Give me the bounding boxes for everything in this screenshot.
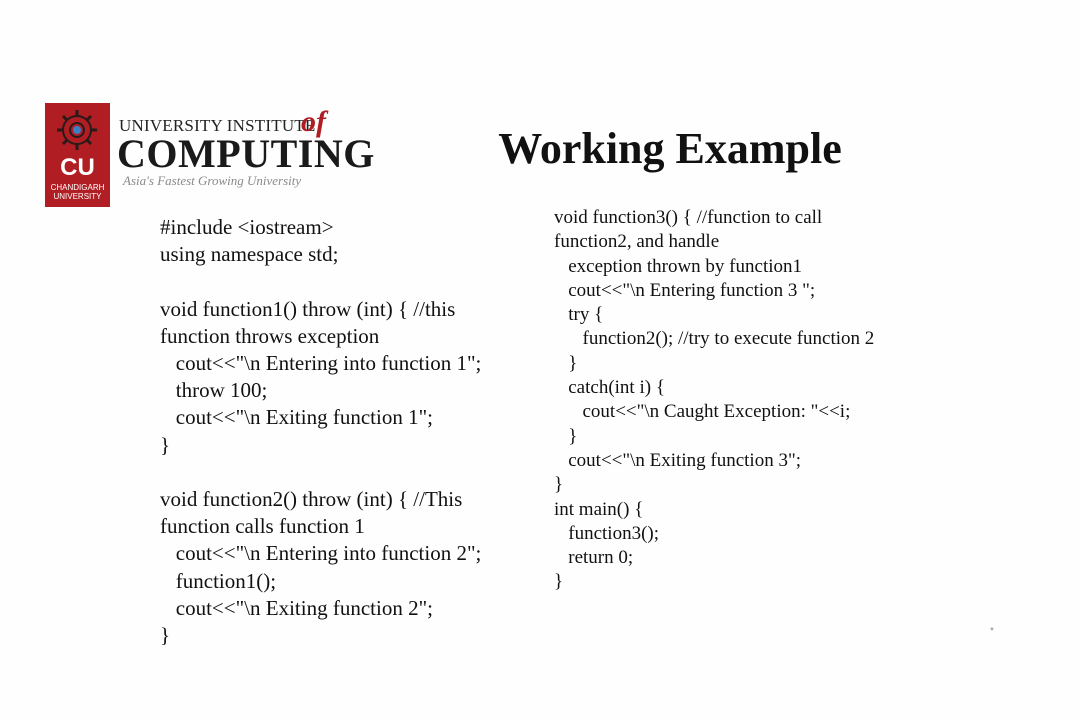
code-line: exception thrown by function1	[554, 255, 803, 277]
slide: CU CHANDIGARH UNIVERSITY UNIVERSITY INST…	[0, 0, 1080, 720]
code-line: function2, and handle	[554, 231, 720, 253]
code-block-right: void function3() { //function to call fun…	[554, 206, 874, 595]
code-line: function2(); //try to execute function 2	[554, 328, 875, 350]
code-line: function3();	[554, 522, 660, 544]
code-line: cout<<"\n Entering function 3 ";	[554, 279, 816, 301]
code-line: cout<<"\n Exiting function 3";	[554, 449, 801, 471]
code-line: cout<<"\n Entering into function 2";	[160, 541, 482, 566]
corner-marker: *	[990, 626, 994, 637]
code-line: }	[554, 352, 578, 374]
emblem-subtext: CHANDIGARH UNIVERSITY	[45, 183, 110, 201]
code-line: }	[554, 571, 564, 593]
slide-title: Working Example	[498, 124, 842, 173]
code-block-left: #include <iostream> using namespace std; …	[160, 214, 481, 649]
code-line: using namespace std;	[160, 242, 339, 267]
code-line: }	[554, 425, 578, 447]
code-line: return 0;	[554, 547, 634, 569]
code-line: #include <iostream>	[160, 215, 334, 239]
code-line: int main() {	[554, 498, 644, 520]
logo-computing-text: COMPUTING	[117, 131, 375, 176]
code-line: }	[160, 432, 171, 457]
code-line: function throws exception	[160, 323, 380, 348]
cu-emblem: CU CHANDIGARH UNIVERSITY	[45, 103, 110, 207]
code-line: }	[160, 623, 171, 648]
code-line: void function3() { //function to call	[554, 207, 823, 228]
emblem-sub-line2: UNIVERSITY	[53, 192, 102, 201]
code-line: cout<<"\n Entering into function 1";	[160, 351, 482, 376]
code-line: cout<<"\n Exiting function 2";	[160, 595, 433, 620]
code-line: void function1() throw (int) { //this	[160, 296, 456, 321]
emblem-cu-text: CU	[60, 154, 95, 181]
code-line: cout<<"\n Caught Exception: "<<i;	[554, 401, 851, 423]
code-line: }	[554, 474, 564, 496]
code-line: cout<<"\n Exiting function 1";	[160, 405, 433, 430]
code-line: throw 100;	[160, 378, 268, 403]
emblem-sub-line1: CHANDIGARH	[50, 183, 105, 192]
code-line: void function2() throw (int) { //This	[160, 487, 463, 512]
code-line: function1();	[160, 568, 277, 593]
gear-emblem-icon	[57, 110, 97, 150]
logo-tagline: Asia's Fastest Growing University	[123, 173, 302, 188]
university-logo: CU CHANDIGARH UNIVERSITY UNIVERSITY INST…	[45, 103, 374, 209]
code-line: function calls function 1	[160, 514, 365, 539]
code-line: catch(int i) {	[554, 377, 665, 399]
code-line: try {	[554, 304, 604, 326]
